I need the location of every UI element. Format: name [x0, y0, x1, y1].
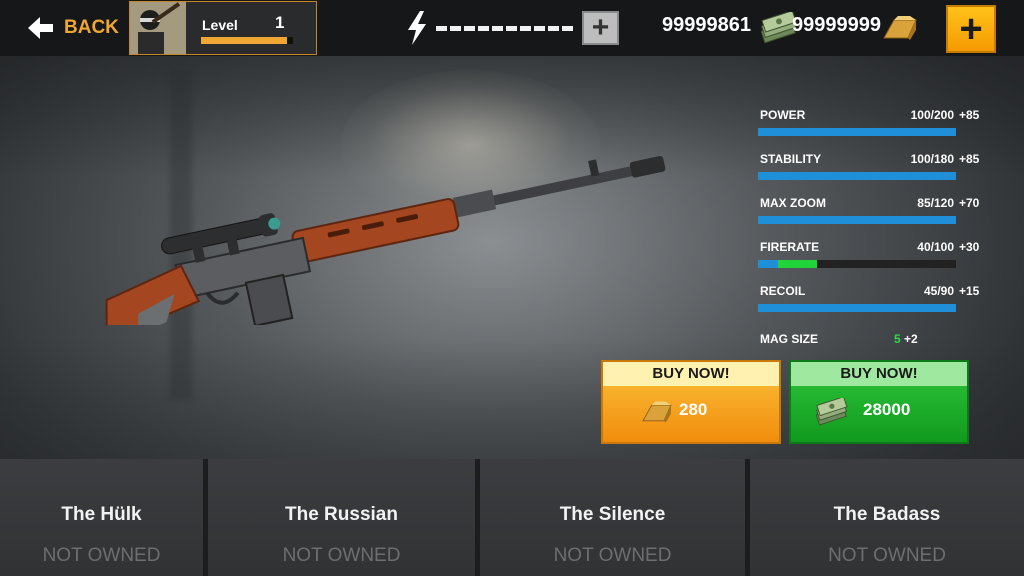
stat-row-power: POWER 100/200 +85 — [758, 108, 998, 148]
energy-segment — [436, 26, 447, 31]
weapon-slot-name: The Silence — [559, 504, 666, 525]
stat-bar — [758, 172, 956, 180]
gold-price: 280 — [679, 400, 708, 419]
add-energy-button[interactable]: + — [582, 11, 619, 45]
stat-bar — [758, 260, 956, 268]
mag-size-value: 5 — [894, 332, 901, 346]
level-progress-fill — [201, 37, 288, 44]
buy-with-cash-button[interactable]: BUY NOW! 28000 — [789, 360, 969, 444]
weapon-slots: The Hülk NOT OWNED The Russian NOT OWNED… — [0, 459, 1024, 576]
energy-segment — [450, 26, 461, 31]
gold-amount: 99999999 — [792, 14, 881, 36]
energy-meter — [436, 26, 573, 31]
stat-bar-fill — [758, 260, 778, 268]
weapon-slot[interactable]: The Silence NOT OWNED — [475, 459, 745, 576]
stat-bar — [758, 304, 956, 312]
stat-row-recoil: RECOIL 45/90 +15 — [758, 284, 998, 324]
stat-value: 100/200 — [910, 108, 954, 122]
energy-segment — [520, 26, 531, 31]
gold-bar-icon — [642, 401, 672, 423]
level-value: 1 — [275, 13, 285, 32]
gold-bar-icon — [883, 16, 917, 40]
cash-stack-icon — [815, 398, 848, 426]
stat-value: 85/120 — [917, 196, 954, 210]
stat-bar-fill — [758, 216, 956, 224]
stat-bonus: +15 — [959, 284, 980, 298]
stat-row-max-zoom: MAX ZOOM 85/120 +70 — [758, 196, 998, 236]
stat-bar — [758, 216, 956, 224]
weapon-slot-status: NOT OWNED — [553, 545, 672, 566]
energy-segment — [506, 26, 517, 31]
level-label: Level — [202, 17, 238, 33]
stat-bar — [758, 128, 956, 136]
cash-price: 28000 — [863, 400, 911, 419]
stat-row-stability: STABILITY 100/180 +85 — [758, 152, 998, 192]
player-profile[interactable]: Level 1 — [129, 1, 317, 55]
sniper-rifle-image — [105, 155, 666, 325]
weapon-slot-name: The Russian — [285, 504, 398, 525]
stat-bar-fill — [758, 172, 956, 180]
mag-size-row: MAG SIZE 5 +2 — [758, 332, 998, 352]
stat-name: RECOIL — [760, 284, 806, 298]
avatar — [130, 2, 186, 54]
back-label: BACK — [64, 17, 119, 38]
stat-value: 40/100 — [917, 240, 954, 254]
buy-cash-heading: BUY NOW! — [791, 362, 967, 386]
back-arrow-icon — [28, 17, 53, 39]
stat-name: POWER — [760, 108, 806, 122]
buy-with-gold-button[interactable]: BUY NOW! 280 — [601, 360, 781, 444]
shop-plus-button[interactable]: + — [946, 5, 996, 53]
weapon-slot-name: The Hülk — [61, 504, 142, 525]
energy-segment — [478, 26, 489, 31]
back-button[interactable]: BACK — [28, 12, 119, 44]
energy-segment — [548, 26, 559, 31]
buy-gold-heading: BUY NOW! — [603, 362, 779, 386]
mag-size-bonus: +2 — [904, 332, 918, 346]
weapon-slot-status: NOT OWNED — [282, 545, 401, 566]
energy-segment — [492, 26, 503, 31]
stat-bonus: +30 — [959, 240, 980, 254]
lightning-icon — [408, 11, 426, 45]
mag-size-label: MAG SIZE — [760, 332, 819, 346]
stat-row-firerate: FIRERATE 40/100 +30 — [758, 240, 998, 280]
stat-name: STABILITY — [760, 152, 822, 166]
stat-value: 100/180 — [910, 152, 954, 166]
weapon-slot[interactable]: The Russian NOT OWNED — [203, 459, 475, 576]
top-bar: BACK Level 1 + 99999861 99999999 + — [0, 0, 1024, 56]
weapon-slot[interactable]: The Hülk NOT OWNED — [0, 459, 203, 576]
stat-value: 45/90 — [923, 284, 954, 298]
stat-bar-fill — [758, 304, 956, 312]
weapon-slot-status: NOT OWNED — [828, 545, 946, 566]
weapon-slot-name: The Badass — [833, 504, 941, 525]
stat-bonus: +70 — [959, 196, 980, 210]
stat-bonus: +85 — [959, 108, 980, 122]
stat-bar-fill — [758, 128, 956, 136]
level-progress-bar — [201, 37, 293, 44]
stat-bonus: +85 — [959, 152, 980, 166]
weapon-slot[interactable]: The Badass NOT OWNED — [745, 459, 1024, 576]
weapon-slot-status: NOT OWNED — [42, 545, 161, 566]
cash-amount: 99999861 — [662, 14, 751, 36]
energy-segment — [464, 26, 475, 31]
energy-segment — [562, 26, 573, 31]
stat-name: FIRERATE — [760, 240, 820, 254]
stat-bar-bonus-fill — [777, 260, 818, 268]
stat-name: MAX ZOOM — [760, 196, 826, 210]
energy-segment — [534, 26, 545, 31]
